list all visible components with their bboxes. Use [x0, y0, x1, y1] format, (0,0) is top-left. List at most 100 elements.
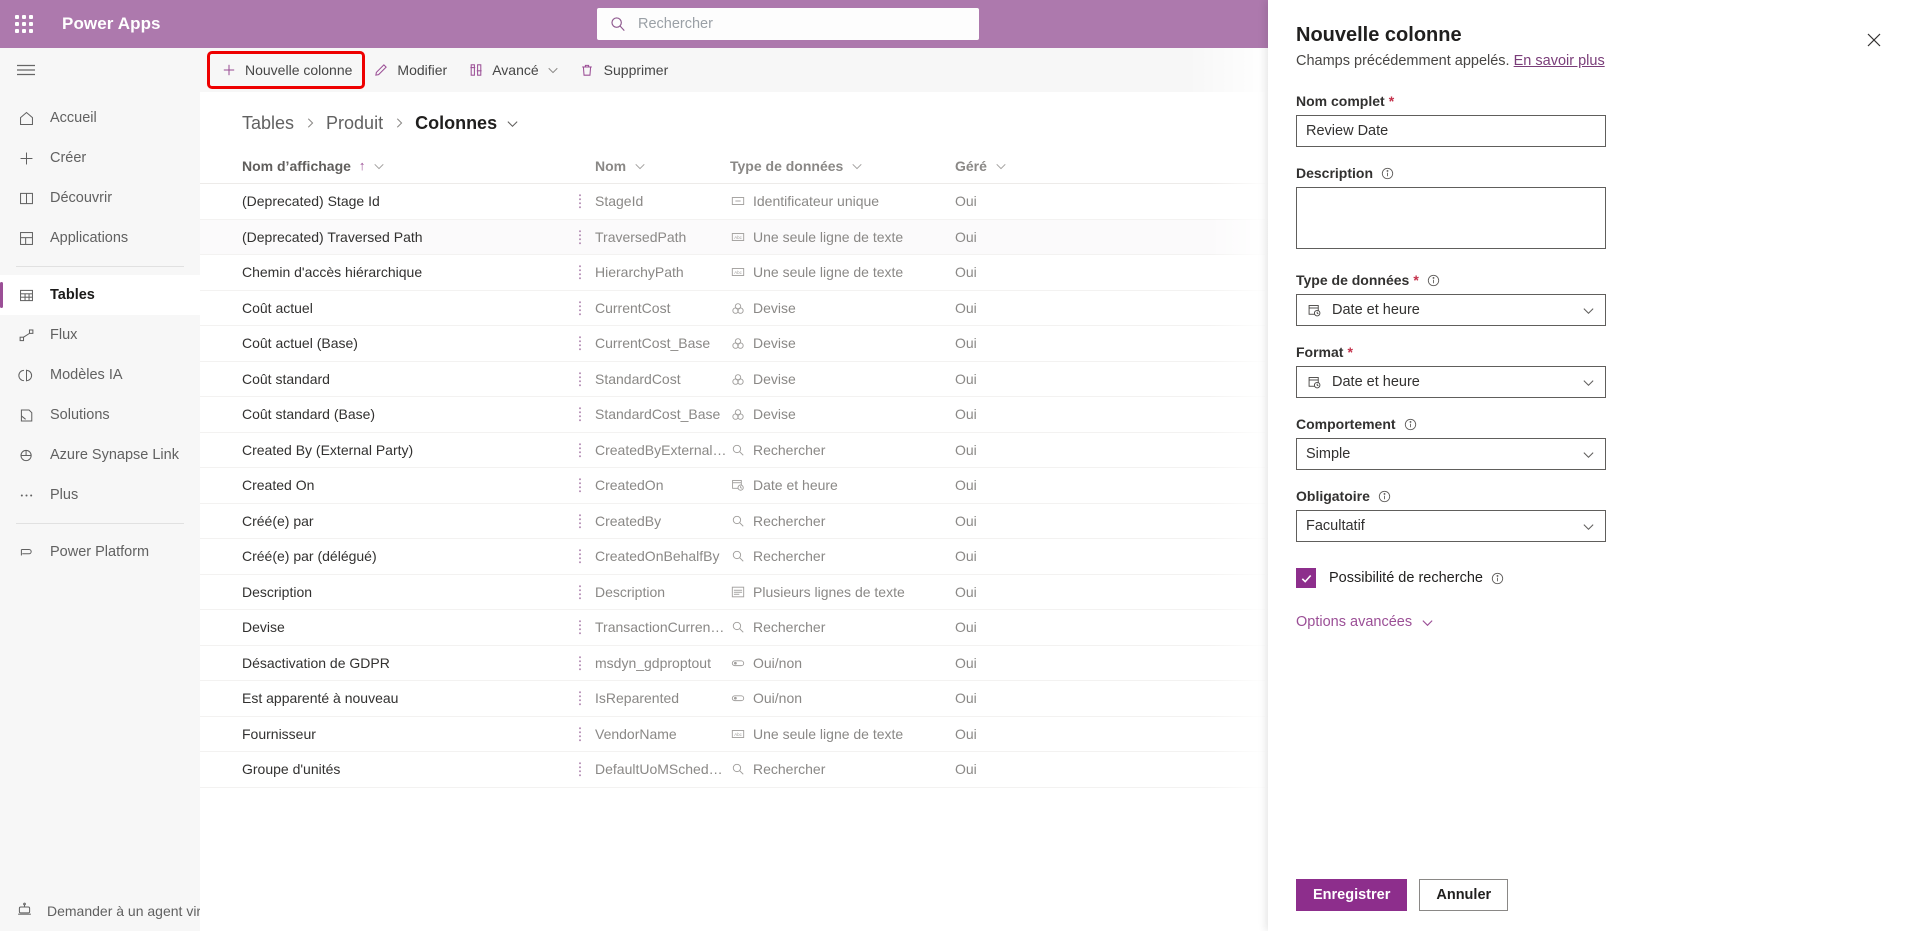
cell-data-type-label: Une seule ligne de texte [753, 228, 904, 245]
info-icon[interactable] [1378, 490, 1391, 503]
sidebar-item-decouvrir[interactable]: Découvrir [0, 178, 200, 218]
info-icon[interactable] [1491, 572, 1504, 585]
row-context-menu-icon[interactable] [565, 300, 595, 316]
edit-button[interactable]: Modifier [362, 54, 457, 86]
searchable-label: Possibilité de recherche [1329, 570, 1483, 586]
row-context-menu-icon[interactable] [565, 548, 595, 564]
table-row[interactable]: Groupe d'unités DefaultUoMScheduleId Reche… [200, 752, 1268, 788]
sidebar-item-plus[interactable]: Plus [0, 475, 200, 515]
data-type-dropdown[interactable]: Date et heure [1296, 294, 1606, 326]
sidebar-item-flux[interactable]: Flux [0, 315, 200, 355]
row-context-menu-icon[interactable] [565, 690, 595, 706]
row-context-menu-icon[interactable] [565, 229, 595, 245]
row-context-menu-icon[interactable] [565, 406, 595, 422]
required-marker: * [1347, 344, 1353, 360]
close-icon[interactable] [1860, 26, 1888, 54]
table-row[interactable]: Créé(e) par CreatedBy Rechercher Oui [200, 504, 1268, 539]
info-icon[interactable] [1381, 167, 1394, 180]
sidebar-item-virtual-agent[interactable]: Demander à un agent virt [0, 891, 200, 931]
chevron-down-icon[interactable] [373, 160, 385, 172]
table-row[interactable]: Est apparenté à nouveau IsReparented Oui/n… [200, 681, 1268, 717]
row-context-menu-icon[interactable] [565, 619, 595, 635]
cell-managed: Oui [955, 370, 977, 387]
app-launcher-icon[interactable] [0, 0, 48, 48]
table-row[interactable]: Fournisseur VendorName Abc Une seule ligne … [200, 717, 1268, 752]
sidebar-item-creer[interactable]: Créer [0, 138, 200, 178]
table-row[interactable]: (Deprecated) Stage Id StageId Identificate… [200, 184, 1268, 220]
description-textarea[interactable] [1296, 187, 1606, 249]
new-column-panel: Nouvelle colonne Champs précédemment app… [1268, 0, 1912, 931]
table-row[interactable]: Coût actuel CurrentCost Devise Oui [200, 291, 1268, 326]
cell-display-name: Description [242, 583, 313, 600]
learn-more-link[interactable]: En savoir plus [1514, 53, 1605, 69]
row-context-menu-icon[interactable] [565, 477, 595, 493]
table-row[interactable]: Created On CreatedOn Date et heure Oui [200, 468, 1268, 504]
delete-button[interactable]: Supprimer [569, 54, 679, 86]
advanced-options-toggle[interactable]: Options avancées [1296, 614, 1884, 630]
cell-data-type-label: Rechercher [753, 761, 826, 778]
info-icon[interactable] [1427, 274, 1440, 287]
sidebar-item-solutions[interactable]: Solutions [0, 395, 200, 435]
sidebar-item-accueil[interactable]: Accueil [0, 98, 200, 138]
sidebar-item-modeles-ia[interactable]: Modèles IA [0, 355, 200, 395]
row-context-menu-icon[interactable] [565, 655, 595, 671]
table-row[interactable]: Created By (External Party) CreatedByExte… [200, 433, 1268, 468]
table-row[interactable]: Créé(e) par (délégué) CreatedOnBehalfBy Re… [200, 539, 1268, 575]
column-header-data-type[interactable]: Type de données [730, 158, 955, 174]
chevron-down-icon[interactable] [851, 160, 863, 172]
searchable-checkbox[interactable] [1296, 568, 1316, 588]
table-row[interactable]: Désactivation de GDPR msdyn_gdproptout Oui… [200, 646, 1268, 681]
column-header-name[interactable]: Nom [595, 158, 730, 174]
breadcrumb-item-tables[interactable]: Tables [242, 113, 294, 134]
advanced-button[interactable]: Avancé [457, 54, 568, 86]
sidebar-item-tables[interactable]: Tables [0, 275, 200, 315]
app-brand-title[interactable]: Power Apps [62, 14, 161, 34]
cell-logical-name: CreatedBy [595, 512, 662, 529]
row-context-menu-icon[interactable] [565, 513, 595, 529]
search-input[interactable]: Rechercher [638, 16, 713, 32]
column-header-display-name[interactable]: Nom d’affichage ↑ [200, 158, 565, 174]
table-row[interactable]: Description Description Plusieurs lignes d… [200, 575, 1268, 610]
row-context-menu-icon[interactable] [565, 371, 595, 387]
panel-body: Nom complet * Description Type de donnée… [1268, 93, 1912, 630]
table-row[interactable]: Chemin d'accès hiérarchique HierarchyPath… [200, 255, 1268, 291]
sidebar-item-azure-synapse-link[interactable]: Azure Synapse Link [0, 435, 200, 475]
row-context-menu-icon[interactable] [565, 761, 595, 777]
save-button[interactable]: Enregistrer [1296, 879, 1408, 911]
edit-label: Modifier [397, 62, 448, 78]
table-row[interactable]: Coût standard StandardCost Devise Oui [200, 362, 1268, 397]
row-context-menu-icon[interactable] [565, 264, 595, 280]
chevron-down-icon[interactable] [995, 160, 1007, 172]
new-column-button[interactable]: Nouvelle colonne [206, 51, 366, 89]
breadcrumb-chevron-down-icon[interactable] [506, 117, 519, 130]
cell-display-name: Created By (External Party) [242, 441, 414, 458]
behavior-dropdown[interactable]: Simple [1296, 438, 1606, 470]
panel-subtitle-text: Champs précédemment appelés. [1296, 53, 1510, 69]
info-icon[interactable] [1404, 418, 1417, 431]
breadcrumb-item-colonnes[interactable]: Colonnes [415, 113, 497, 134]
table-row[interactable]: Coût standard (Base) StandardCost_Base Dev… [200, 397, 1268, 433]
breadcrumb-item-produit[interactable]: Produit [326, 113, 383, 134]
chevron-down-icon[interactable] [634, 160, 646, 172]
row-context-menu-icon[interactable] [565, 442, 595, 458]
sidebar-item-applications[interactable]: Applications [0, 218, 200, 258]
text-icon: Abc [730, 726, 745, 741]
cell-logical-name: StandardCost [595, 370, 681, 387]
row-context-menu-icon[interactable] [565, 726, 595, 742]
table-row[interactable]: (Deprecated) Traversed Path TraversedPath… [200, 219, 1268, 255]
column-header-managed[interactable]: Géré [955, 158, 1050, 174]
row-context-menu-icon[interactable] [565, 584, 595, 600]
cancel-button[interactable]: Annuler [1419, 879, 1509, 911]
display-name-input[interactable] [1296, 115, 1606, 147]
row-context-menu-icon[interactable] [565, 335, 595, 351]
table-row[interactable]: Devise TransactionCurrencyId Rechercher Oui [200, 610, 1268, 646]
table-row[interactable]: Coût actuel (Base) CurrentCost_Base Devise… [200, 326, 1268, 362]
hamburger-icon[interactable] [0, 48, 200, 92]
format-dropdown[interactable]: Date et heure [1296, 366, 1606, 398]
global-search[interactable]: Rechercher [597, 8, 979, 40]
field-format: Format * Date et heure [1296, 344, 1884, 398]
required-dropdown[interactable]: Facultatif [1296, 510, 1606, 542]
row-context-menu-icon[interactable] [565, 193, 595, 209]
sidebar-item-power-platform[interactable]: Power Platform [0, 532, 200, 572]
lookup-icon [730, 442, 745, 457]
